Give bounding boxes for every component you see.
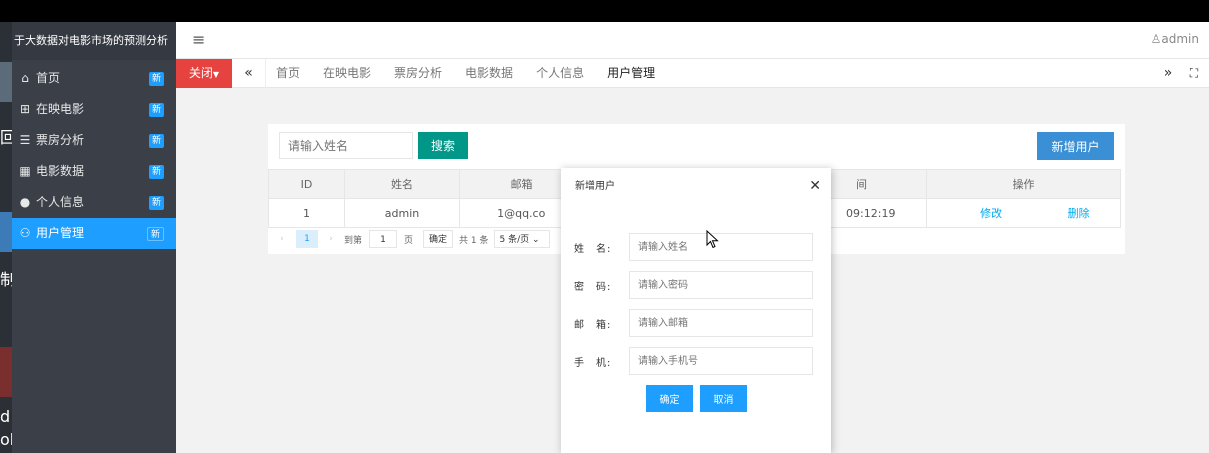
form-row-name: 姓 名: <box>574 233 814 261</box>
sidebar-item-now-showing[interactable]: ⊞ 在映电影 新 <box>12 94 176 125</box>
goto-confirm-button[interactable]: 确定 <box>423 230 454 248</box>
cancel-button[interactable]: 取消 <box>700 385 747 412</box>
edit-link[interactable]: 修改 <box>980 207 1002 220</box>
sidebar: 于大数据对电影市场的预测分析 ⌂ 首页 新 ⊞ 在映电影 新 ☰ 票房分析 新 ▦ 电影… <box>12 22 176 453</box>
dialog-title: 新增用户 <box>575 181 615 192</box>
sidebar-item-user-management[interactable]: ⚇ 用户管理 新 <box>12 218 176 249</box>
grid-icon: ⊞ <box>19 102 31 116</box>
users-icon: ⚇ <box>19 226 31 240</box>
new-badge: 新 <box>148 103 164 117</box>
form-row-password: 密 码: <box>574 271 814 299</box>
field-label: 姓 名: <box>574 244 612 255</box>
field-label: 手 机: <box>574 358 612 369</box>
fullscreen-icon[interactable]: ⛶ <box>1183 59 1205 88</box>
search-input[interactable] <box>279 132 413 159</box>
add-user-dialog: 新增用户 ✕ 姓 名: 密 码: 邮 箱: 手 机: 确定 取消 <box>561 168 831 453</box>
total-count: 共 1 条 <box>459 235 489 246</box>
close-icon[interactable]: ✕ <box>809 168 821 205</box>
desktop-text: 回 <box>0 128 12 147</box>
next-page-icon[interactable]: › <box>318 230 344 248</box>
close-tabs-button[interactable]: 关闭▼ <box>176 59 232 88</box>
sidebar-item-home[interactable]: ⌂ 首页 新 <box>12 63 176 94</box>
page-label: 页 <box>404 235 414 246</box>
page-number[interactable]: 1 <box>296 230 318 248</box>
user-name: admin <box>1161 32 1199 46</box>
prev-page-icon[interactable]: ‹ <box>268 230 296 248</box>
delete-link[interactable]: 删除 <box>1068 207 1090 220</box>
new-badge: 新 <box>146 227 164 241</box>
sidebar-item-label: 个人信息 <box>36 195 85 209</box>
tabs: 首页 在映电影 票房分析 电影数据 个人信息 用户管理 <box>276 59 678 88</box>
pagination: ‹ 1 › 到第 1 页 确定 共 1 条 5 条/页 ⌄ <box>268 228 551 250</box>
name-field[interactable] <box>629 233 813 261</box>
field-label: 密 码: <box>574 282 612 293</box>
page-size-value: 5 条/页 <box>499 235 530 245</box>
new-badge: 新 <box>148 72 164 86</box>
list-icon: ☰ <box>19 133 31 147</box>
password-field[interactable] <box>629 271 813 299</box>
cell-id: 1 <box>268 198 345 228</box>
tab-user-management[interactable]: 用户管理 <box>607 59 655 88</box>
new-badge: 新 <box>148 196 164 210</box>
tab-profile[interactable]: 个人信息 <box>536 59 584 88</box>
sidebar-nav: ⌂ 首页 新 ⊞ 在映电影 新 ☰ 票房分析 新 ▦ 电影数据 新 ● 个人信息 新 ⚇ 用… <box>12 63 176 249</box>
caret-down-icon: ▼ <box>212 70 220 79</box>
user-icon: ● <box>19 195 31 209</box>
tab-scroll-right-icon[interactable]: » <box>1157 59 1179 88</box>
user-icon: ♙ <box>1150 32 1162 46</box>
sidebar-item-movie-data[interactable]: ▦ 电影数据 新 <box>12 156 176 187</box>
search-button[interactable]: 搜索 <box>418 132 468 159</box>
tab-scroll-left-icon[interactable]: « <box>232 59 266 88</box>
goto-page-input[interactable]: 1 <box>369 230 398 248</box>
app-title: 于大数据对电影市场的预测分析 <box>12 22 176 60</box>
column-header[interactable]: 姓名 <box>343 169 461 199</box>
header: ≡ ♙admin <box>176 22 1209 59</box>
sidebar-item-label: 首页 <box>36 71 61 85</box>
form-row-phone: 手 机: <box>574 347 814 375</box>
new-badge: 新 <box>148 134 164 148</box>
desktop-fragment: 回 制 d ob <box>0 22 12 453</box>
email-field[interactable] <box>629 309 813 337</box>
desktop-text: ob <box>0 430 12 449</box>
tab-box-office[interactable]: 票房分析 <box>394 59 442 88</box>
cell-name: admin <box>343 198 461 228</box>
goto-label: 到第 <box>344 235 363 246</box>
form-row-email: 邮 箱: <box>574 309 814 337</box>
mouse-cursor-icon <box>706 230 719 249</box>
sidebar-item-label: 票房分析 <box>36 133 85 147</box>
tab-bar: 关闭▼ « 首页 在映电影 票房分析 电影数据 个人信息 用户管理 » ⛶ <box>176 59 1209 88</box>
phone-field[interactable] <box>629 347 813 375</box>
column-header[interactable]: ID <box>268 169 345 199</box>
desktop-text: d <box>0 407 11 426</box>
sidebar-item-box-office[interactable]: ☰ 票房分析 新 <box>12 125 176 156</box>
confirm-button[interactable]: 确定 <box>646 385 693 412</box>
sidebar-item-label: 电影数据 <box>36 164 85 178</box>
sidebar-item-label: 在映电影 <box>36 102 85 116</box>
tab-now-showing[interactable]: 在映电影 <box>323 59 371 88</box>
user-menu[interactable]: ♙admin <box>1151 32 1199 46</box>
close-tabs-label: 关闭 <box>188 66 213 80</box>
tab-home[interactable]: 首页 <box>276 59 300 88</box>
column-header: 操作 <box>926 169 1121 199</box>
home-icon: ⌂ <box>21 71 29 85</box>
dialog-header: 新增用户 ✕ <box>561 168 831 205</box>
hamburger-icon[interactable]: ≡ <box>192 30 205 49</box>
tab-movie-data[interactable]: 电影数据 <box>465 59 513 88</box>
field-label: 邮 箱: <box>574 320 612 331</box>
screen-top-strip <box>0 0 1209 22</box>
new-badge: 新 <box>148 165 164 179</box>
add-user-button[interactable]: 新增用户 <box>1037 132 1114 160</box>
sidebar-item-profile[interactable]: ● 个人信息 新 <box>12 187 176 218</box>
page-size-select[interactable]: 5 条/页 ⌄ <box>494 230 551 248</box>
table-icon: ▦ <box>19 164 31 178</box>
cell-actions: 修改 删除 <box>926 198 1121 228</box>
desktop-text: 制 <box>0 270 12 289</box>
sidebar-item-label: 用户管理 <box>36 226 85 240</box>
chevron-down-icon: ⌄ <box>531 235 540 245</box>
